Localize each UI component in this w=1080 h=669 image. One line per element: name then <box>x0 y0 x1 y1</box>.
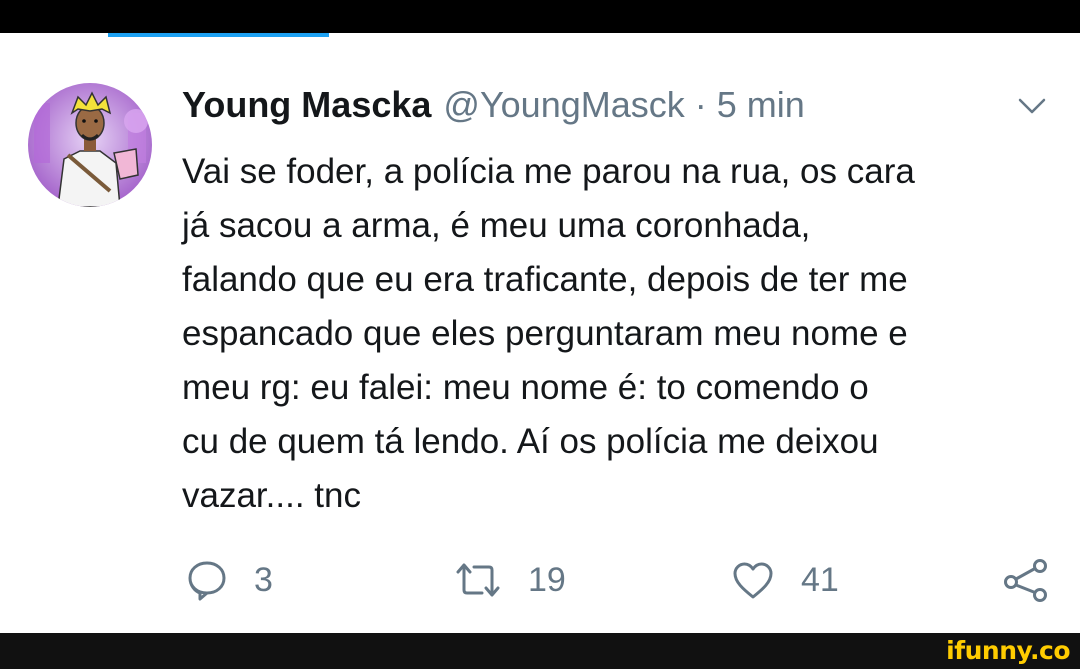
share-button[interactable] <box>1003 556 1049 604</box>
retweet-icon <box>454 560 502 600</box>
author-handle[interactable]: @YoungMasck <box>443 81 684 129</box>
avatar-cartoon-icon <box>28 83 152 207</box>
tweet-text: Vai se foder, a polícia me parou na rua,… <box>182 152 915 515</box>
header-separator: · <box>694 84 707 125</box>
retweet-button[interactable]: 19 <box>454 556 566 604</box>
reply-button[interactable]: 3 <box>186 556 273 604</box>
like-button[interactable]: 41 <box>731 556 839 604</box>
reply-icon <box>186 559 228 601</box>
avatar[interactable] <box>28 83 152 207</box>
tweet-menu-button[interactable] <box>1012 91 1052 121</box>
tweet-header: Young Mascka @YoungMasck · 5 min <box>182 81 805 129</box>
footer-bar: ifunny.co <box>0 633 1080 669</box>
ifunny-watermark: ifunny.co <box>946 636 1070 665</box>
author-display-name[interactable]: Young Mascka <box>182 81 431 129</box>
retweet-count: 19 <box>528 560 566 599</box>
chevron-down-icon <box>1018 98 1046 114</box>
tab-indicator <box>108 33 329 37</box>
heart-icon <box>731 560 775 600</box>
like-count: 41 <box>801 560 839 599</box>
share-icon <box>1003 558 1049 602</box>
reply-count: 3 <box>254 560 273 599</box>
tweet-actions: 3 19 41 <box>0 556 1080 604</box>
tweet-screen: Young Mascka @YoungMasck · 5 min Vai se … <box>0 33 1080 633</box>
tweet-timestamp[interactable]: 5 min <box>717 81 805 129</box>
